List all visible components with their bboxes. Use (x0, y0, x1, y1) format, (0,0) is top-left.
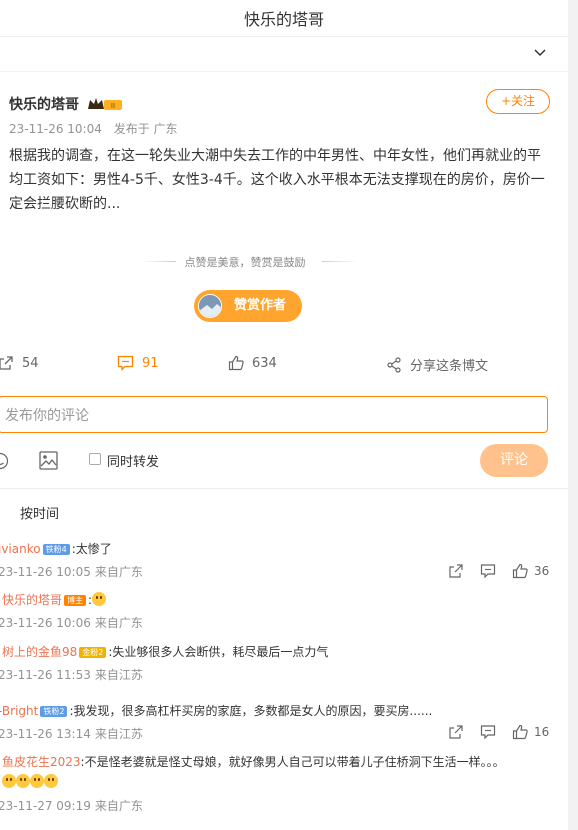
landscape-avatar-icon (199, 295, 221, 317)
gold-fan-badge: 金粉2 (79, 647, 107, 658)
comment-author[interactable]: -Bright (0, 704, 38, 718)
comment-icon (117, 355, 134, 371)
comment-time: 23-11-26 10:05 (0, 565, 91, 579)
comment-meta: 23-11-26 10:05 来自广东 (0, 563, 147, 580)
also-repost-label[interactable]: 同时转发 (107, 451, 159, 470)
repost-count: 54 (22, 355, 39, 371)
fan-badge: 铁粉4 (42, 544, 70, 555)
laughing-emoji-icon (30, 774, 44, 788)
comment-input-box[interactable] (0, 396, 548, 434)
laughing-emoji-icon (16, 774, 30, 788)
author-avatar (198, 294, 222, 318)
svg-text:II: II (111, 102, 115, 110)
like-action[interactable]: 634 (228, 355, 277, 371)
post-meta: 23-11-26 10:04 发布于 广东 (9, 120, 186, 137)
thumbs-up-icon[interactable] (512, 724, 528, 740)
post-time[interactable]: 23-11-26 10:04 (9, 122, 102, 136)
comment-actions: 36 (432, 563, 549, 579)
comment-location: 来自广东 (94, 565, 143, 579)
divider-right (322, 261, 358, 262)
emoji-icon[interactable] (0, 452, 10, 470)
comment-text: :不是怪老婆就是怪丈母娘，就好像男人自己可以带着儿子住桥洞下生活一样。。。 (80, 755, 505, 769)
image-icon[interactable] (39, 451, 58, 470)
like-count: 634 (252, 355, 277, 371)
sort-by-time[interactable]: 按时间 (20, 503, 59, 522)
also-repost-checkbox[interactable] (89, 453, 101, 465)
scrollbar[interactable] (568, 0, 578, 830)
thumbs-up-icon (228, 355, 244, 371)
comment-text: :太惨了 (71, 542, 112, 556)
crown-badge-icon: II (88, 98, 122, 110)
comment-icon[interactable] (480, 724, 496, 740)
comment-icon[interactable] (480, 563, 496, 579)
thumbs-up-icon[interactable] (512, 563, 528, 579)
repost-icon[interactable] (448, 724, 464, 740)
comment-like-count: 36 (534, 564, 550, 578)
comment-meta: 23-11-26 10:06 来自广东 (0, 614, 147, 631)
comment-time: 23-11-26 11:53 (0, 668, 91, 682)
comment-submit-button[interactable]: 评论 (480, 444, 548, 477)
comment-author[interactable]: 树上的金鱼98 (2, 645, 77, 659)
comment-action[interactable]: 91 (117, 355, 159, 371)
top-bar: 快乐的塔哥 (0, 0, 568, 37)
comment-meta: 23-11-26 13:14 来自江苏 (0, 725, 147, 742)
reward-button-label: 赞赏作者 (234, 298, 287, 313)
follow-button[interactable]: +关注 (486, 89, 550, 114)
comment-meta: 23-11-27 09:19 来自广东 (0, 797, 147, 814)
laughing-emoji-icon (2, 774, 16, 788)
comment-time: 23-11-26 13:14 (0, 727, 91, 741)
post-source: 发布于 广东 (113, 122, 178, 136)
comment-actions: 16 (432, 724, 549, 740)
chevron-down-icon[interactable] (534, 49, 546, 57)
comment-meta: 23-11-26 11:53 来自江苏 (0, 666, 147, 683)
share-label: 分享这条博文 (410, 359, 489, 374)
collapse-row (0, 37, 568, 72)
comment-author[interactable]: ivianko (0, 542, 41, 556)
comment-count: 91 (142, 355, 159, 371)
crying-emoji-icon (92, 592, 107, 606)
repost-action[interactable]: 54 (0, 355, 39, 371)
comment-time: 23-11-26 10:06 (0, 616, 91, 630)
repost-icon (0, 356, 13, 370)
fan-badge: 铁粉2 (40, 706, 68, 717)
post-text: 根据我的调查，在这一轮失业大潮中失去工作的中年男性、中年女性，他们再就业的平均工… (9, 148, 545, 212)
comment-location: 来自江苏 (94, 668, 143, 682)
comment-location: 来自江苏 (94, 727, 143, 741)
sort-divider (0, 488, 568, 489)
comment-author[interactable]: 快乐的塔哥 (2, 593, 62, 607)
reward-author-button[interactable]: 赞赏作者 (194, 290, 302, 322)
host-badge: 博主 (64, 595, 87, 606)
laughing-emoji-icon (44, 774, 58, 788)
comment-input[interactable] (0, 397, 501, 434)
comment-time: 23-11-27 09:19 (0, 799, 91, 813)
comment-location: 来自广东 (94, 616, 143, 630)
reward-hint: 点赞是美意，赞赏是鼓励 (184, 256, 306, 269)
post-action-bar: 54 91 634 分享这条博文 (0, 355, 568, 377)
comment-text: :失业够很多人会断供，耗尽最后一点力气 (108, 645, 329, 659)
share-action[interactable]: 分享这条博文 (386, 355, 488, 374)
share-icon (387, 356, 401, 373)
comment-text: :我发现，很多高杠杆买房的家庭，多数都是女人的原因，要买房...... (69, 704, 433, 718)
comment-like-count: 16 (534, 725, 550, 739)
repost-icon[interactable] (448, 563, 464, 579)
page-title: 快乐的塔哥 (243, 10, 324, 29)
comment-location: 来自广东 (94, 799, 143, 813)
comment-author[interactable]: 鱼皮花生2023 (2, 755, 81, 769)
post-author[interactable]: 快乐的塔哥 (9, 94, 79, 114)
